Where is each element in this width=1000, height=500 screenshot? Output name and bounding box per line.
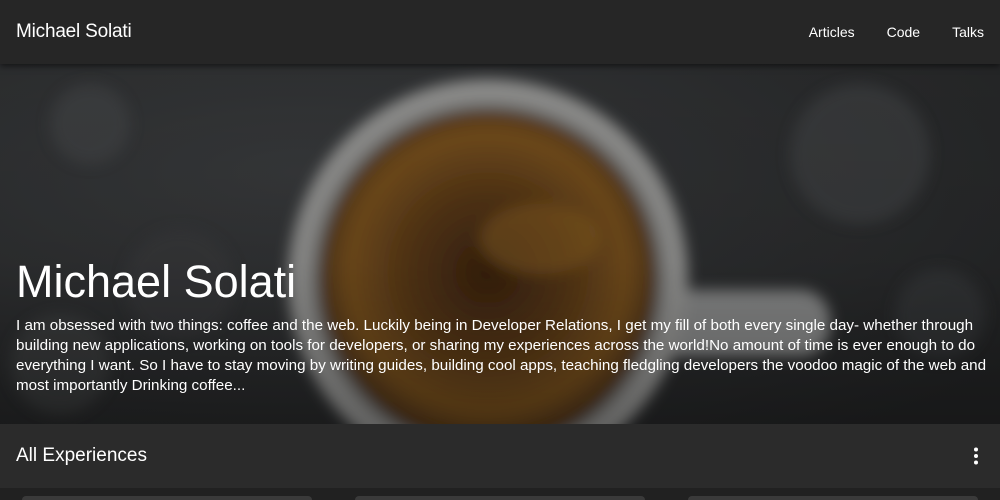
more-menu-button[interactable] [964,444,988,468]
experiences-toolbar: All Experiences [0,424,1000,488]
nav-link-articles[interactable]: Articles [793,14,871,50]
hero-title: Michael Solati [16,256,297,307]
experience-card[interactable] [688,496,978,500]
nav-link-talks[interactable]: Talks [936,14,984,50]
experience-card[interactable] [22,496,312,500]
more-vert-icon [974,447,978,465]
experience-card[interactable] [355,496,645,500]
brand-title[interactable]: Michael Solati [16,21,132,43]
main-nav: Articles Code Talks [793,14,984,50]
hero-banner: Michael Solati I am obsessed with two th… [0,64,1000,424]
section-title: All Experiences [16,445,147,466]
hero-content: Michael Solati I am obsessed with two th… [16,256,992,396]
hero-description: I am obsessed with two things: coffee an… [16,317,987,394]
nav-link-code[interactable]: Code [871,14,936,50]
top-app-bar: Michael Solati Articles Code Talks [0,0,1000,64]
experience-cards [0,488,1000,500]
